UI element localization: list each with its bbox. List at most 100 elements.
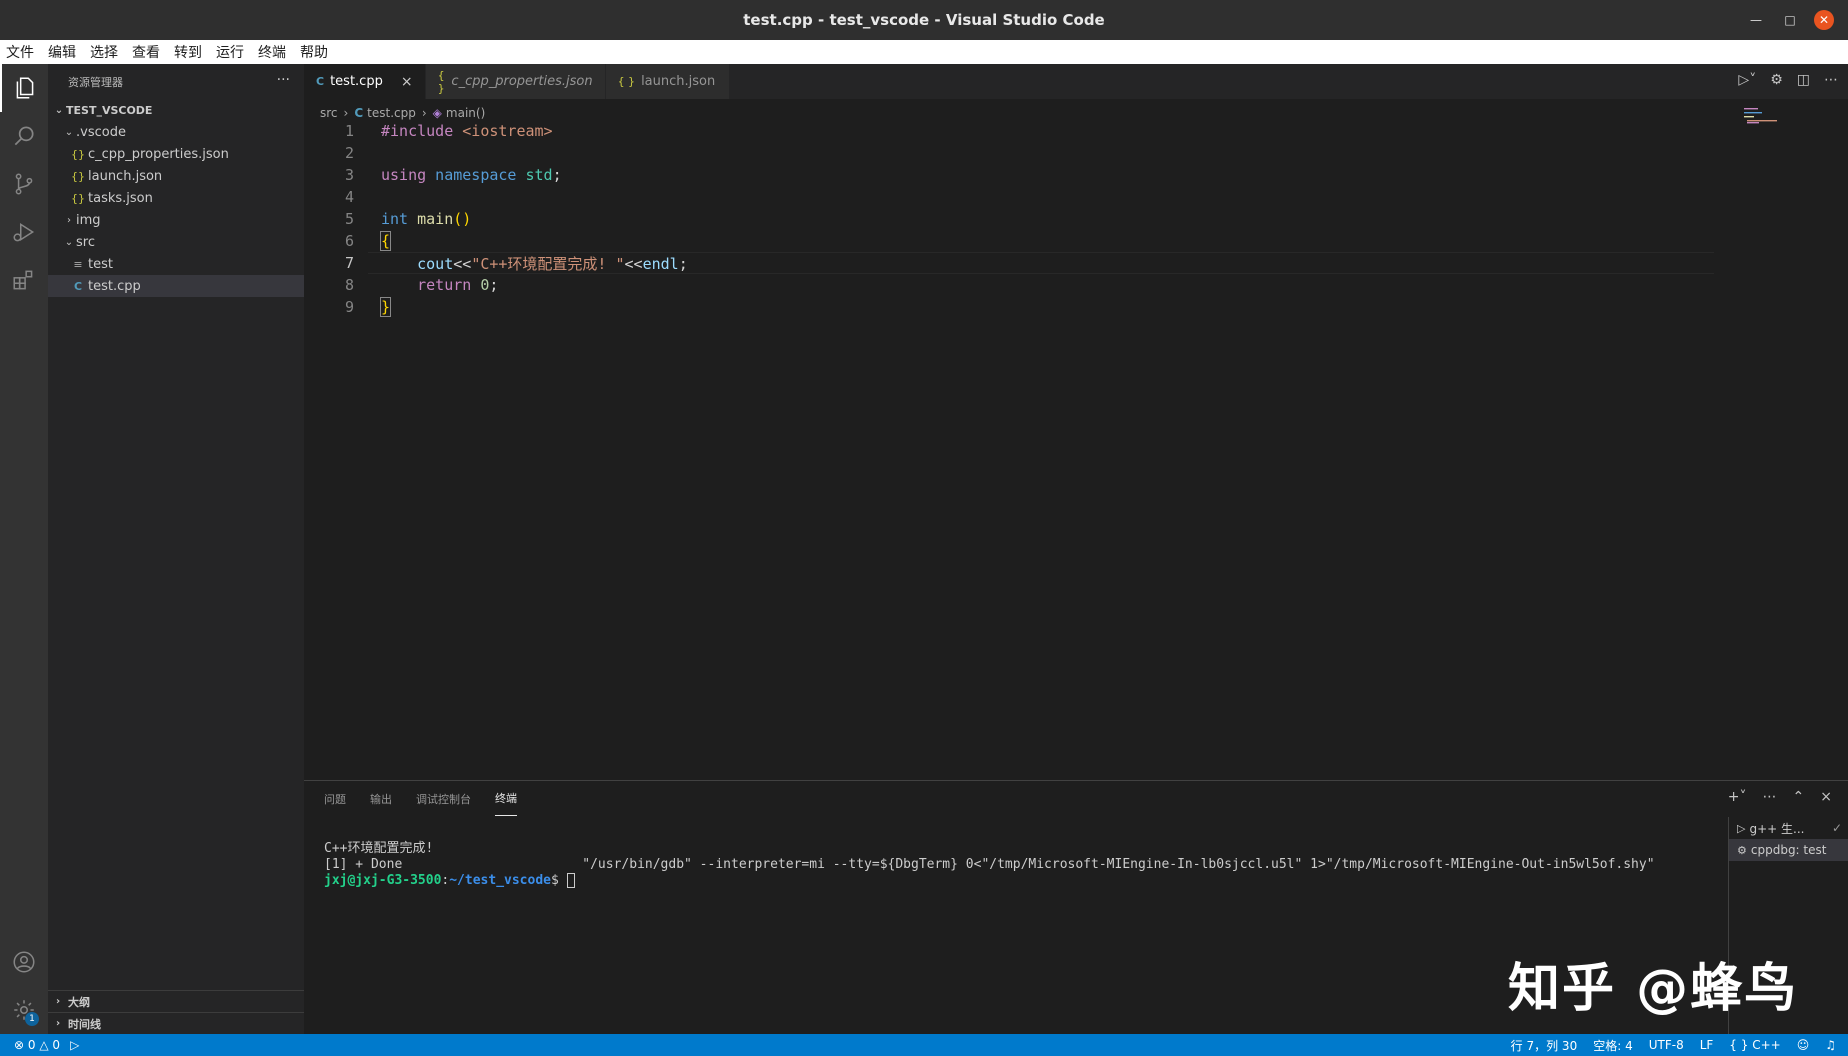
cursor-position[interactable]: 行 7，列 30 [1511,1037,1578,1054]
line-number: 3 [344,166,354,184]
tab-terminal[interactable]: 终端 [495,781,517,816]
more-actions-icon[interactable]: ⋯ [1763,789,1777,805]
close-panel-icon[interactable]: × [1820,789,1832,805]
menu-go[interactable]: 转到 [174,42,202,62]
tree-file-test-cpp[interactable]: C test.cpp [48,275,304,297]
maximize-panel-icon[interactable]: ⌃ [1793,789,1805,805]
tree-file-launch[interactable]: {} launch.json [48,165,304,187]
explorer-title: 资源管理器 [68,75,123,89]
new-terminal-icon[interactable]: +˅ [1728,789,1747,805]
chevron-right-icon: › [67,214,71,226]
tab-test-cpp[interactable]: C test.cpp × [304,64,426,99]
chevron-right-icon: › [343,106,349,120]
chevron-down-icon: ⌄ [64,236,74,248]
search-icon[interactable] [0,112,48,160]
breadcrumb-file[interactable]: test.cpp [367,106,416,120]
line-number: 7 [344,254,354,272]
settings-gear-icon[interactable]: ⚙ [1770,72,1783,88]
tree-folder-img[interactable]: › img [48,209,304,231]
feedback-icon[interactable]: ☺ [1797,1038,1810,1052]
code-line: 8 return 0; [304,274,1714,296]
terminal-output[interactable]: C++环境配置完成! [1] + Done "/usr/bin/gdb" --i… [324,841,1655,889]
line-number: 6 [344,232,354,250]
explorer-header: 资源管理器 ··· [48,64,304,99]
workspace-root[interactable]: ⌄ TEST_VSCODE [48,99,304,121]
menu-selection[interactable]: 选择 [90,42,118,62]
extensions-icon[interactable] [0,256,48,304]
line-number: 5 [344,210,354,228]
notifications-bell-icon[interactable]: ♫ [1825,1038,1836,1052]
status-right: 行 7，列 30 空格: 4 UTF-8 LF { } C++ ☺ ♫ [1511,1037,1836,1054]
menu-run[interactable]: 运行 [216,42,244,62]
watermark: 知乎 @蜂鸟 [1508,959,1799,1019]
code-token: ; [678,254,688,273]
run-code-icon[interactable]: ▷˅ [1738,72,1756,88]
problems-status[interactable]: ⊗ 0 △ 0 [14,1038,60,1052]
line-number: 4 [344,188,354,206]
outline-section[interactable]: › 大纲 [48,990,304,1012]
window-controls: — □ ✕ [1746,10,1834,30]
tab-debug-console[interactable]: 调试控制台 [416,781,471,816]
close-icon[interactable]: ✕ [1814,10,1834,30]
menu-view[interactable]: 查看 [132,42,160,62]
text-file-icon: ≡ [73,257,83,271]
chevron-right-icon: › [421,106,427,120]
code-token: namespace [426,166,517,184]
prompt-path: ~/test_vscode [449,873,551,888]
breadcrumb-folder[interactable]: src [320,106,338,120]
tree-folder-vscode[interactable]: ⌄ .vscode [48,121,304,143]
code-token: << [624,254,643,273]
tab-problems[interactable]: 问题 [324,781,346,816]
terminal-item-cppdbg[interactable]: ⚙ cppdbg: test [1729,839,1848,861]
code-editor[interactable]: 1 #include <iostream> 2 3 using namespac… [304,120,1714,318]
tree-file-c-cpp-properties[interactable]: {} c_cpp_properties.json [48,143,304,165]
code-token: using [381,166,427,184]
indentation[interactable]: 空格: 4 [1593,1037,1633,1054]
tab-close-icon[interactable]: × [401,74,413,90]
braces-icon: { } [1729,1038,1749,1052]
menu-edit[interactable]: 编辑 [48,42,76,62]
code-token: "C++环境配置完成! " [471,254,625,273]
minimap[interactable] [1744,108,1784,128]
code-token: cout [381,254,454,273]
manage-gear-icon[interactable]: 1 [0,986,48,1034]
explorer-icon[interactable] [0,64,48,112]
more-actions-icon[interactable]: ··· [277,72,290,88]
editor-area: C test.cpp × { } c_cpp_properties.json {… [304,64,1848,780]
code-line: 6 { [304,230,1714,252]
debug-status-icon[interactable]: ▷ [70,1038,79,1052]
menu-help[interactable]: 帮助 [300,42,328,62]
json-file-icon: {} [71,191,85,205]
tab-c-cpp-properties[interactable]: { } c_cpp_properties.json [425,64,606,99]
code-token: return [381,276,472,294]
minimize-icon[interactable]: — [1746,10,1766,30]
run-debug-icon[interactable] [0,208,48,256]
tab-output[interactable]: 输出 [370,781,392,816]
menu-file[interactable]: 文件 [6,42,34,62]
line-number: 1 [344,122,354,140]
split-editor-icon[interactable]: ◫ [1797,72,1810,88]
method-cube-icon: ◈ [432,106,442,120]
code-token: ; [552,166,562,184]
account-icon[interactable] [0,938,48,986]
tab-launch-json[interactable]: { } launch.json [605,64,730,99]
menu-bar: 文件 编辑 选择 查看 转到 运行 终端 帮助 [0,40,1848,64]
eol[interactable]: LF [1700,1038,1714,1052]
tree-file-test[interactable]: ≡ test [48,253,304,275]
explorer-sidebar: 资源管理器 ··· ⌄ TEST_VSCODE ⌄ .vscode {} c_c… [48,64,304,1034]
editor-actions: ▷˅ ⚙ ◫ ⋯ [1738,72,1838,88]
code-token: std [516,166,553,184]
breadcrumb-symbol[interactable]: main() [446,106,485,120]
chevron-down-icon: ⌄ [54,104,64,116]
source-control-icon[interactable] [0,160,48,208]
tree-file-tasks[interactable]: {} tasks.json [48,187,304,209]
status-bar: ⊗ 0 △ 0 ▷ 行 7，列 30 空格: 4 UTF-8 LF { } C+… [0,1034,1848,1056]
menu-terminal[interactable]: 终端 [258,42,286,62]
language-mode[interactable]: { } C++ [1729,1038,1780,1052]
terminal-item-gpp[interactable]: ▷ g++ 生... ✓ [1729,817,1848,839]
encoding[interactable]: UTF-8 [1649,1038,1684,1052]
tree-folder-src[interactable]: ⌄ src [48,231,304,253]
timeline-section[interactable]: › 时间线 [48,1012,304,1034]
maximize-icon[interactable]: □ [1780,10,1800,30]
more-actions-icon[interactable]: ⋯ [1824,72,1838,88]
